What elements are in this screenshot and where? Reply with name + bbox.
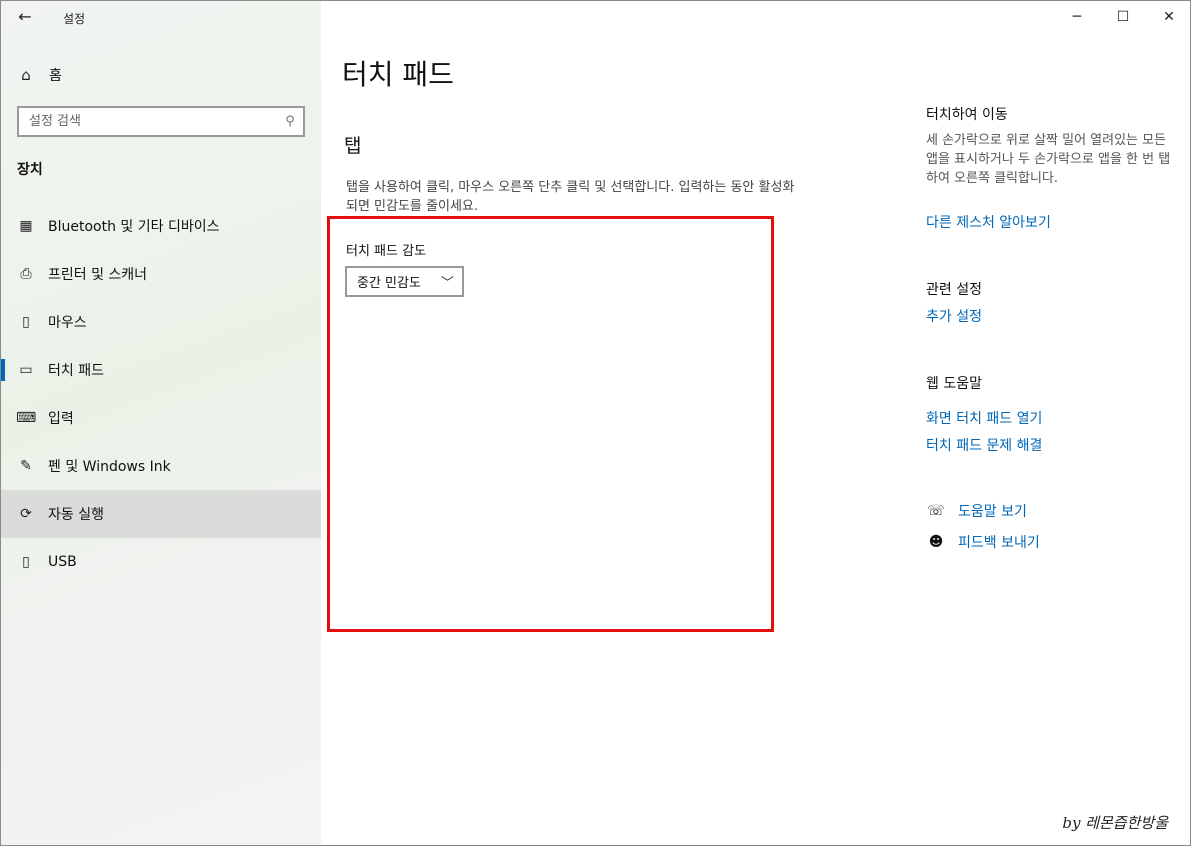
sidebar-item-pen[interactable]: ✎ 펜 및 Windows Ink [1, 442, 321, 490]
settings-window: ← 설정 ⌂ 홈 ⚲ 장치 ▦ Bluetooth 및 기타 디바이스 ⎙ 프린… [0, 0, 1191, 846]
tap-description: 탭을 사용하여 클릭, 마우스 오른쪽 단추 클릭 및 선택합니다. 입력하는 … [346, 180, 795, 214]
bluetooth-devices-icon: ▦ [19, 218, 33, 234]
mouse-icon: ▯ [22, 314, 30, 330]
printer-icon: ⎙ [20, 266, 32, 282]
sidebar-item-label: 펜 및 Windows Ink [48, 459, 171, 475]
maximize-icon[interactable]: ☐ [1100, 1, 1146, 33]
selected-indicator [1, 359, 5, 381]
web-help-heading: 웹 도움말 [926, 376, 982, 392]
sidebar-item-label: USB [48, 554, 77, 570]
get-help-link[interactable]: ☏ 도움말 보기 [926, 501, 1027, 521]
search-icon[interactable]: ⚲ [277, 114, 303, 129]
keyboard-icon: ⌨ [16, 410, 37, 426]
related-settings-heading: 관련 설정 [926, 282, 982, 298]
sidebar-item-label: 프린터 및 스캐너 [48, 267, 148, 283]
touchpad-troubleshoot-link[interactable]: 터치 패드 문제 해결 [926, 435, 1042, 455]
sidebar-item-typing[interactable]: ⌨ 입력 [1, 394, 321, 442]
home-label: 홈 [49, 68, 62, 84]
chevron-down-icon: ﹀ [440, 276, 454, 291]
sidebar-item-usb[interactable]: ▯ USB [1, 538, 321, 586]
pen-icon: ✎ [20, 458, 32, 474]
app-title: 설정 [63, 12, 86, 26]
sidebar-nav: ▦ Bluetooth 및 기타 디바이스 ⎙ 프린터 및 스캐너 ▯ 마우스 … [1, 202, 321, 586]
minimize-icon[interactable]: ─ [1054, 1, 1100, 33]
additional-settings-link[interactable]: 추가 설정 [926, 306, 982, 326]
section-title: 탭 [344, 135, 362, 157]
sidebar: ← 설정 ⌂ 홈 ⚲ 장치 ▦ Bluetooth 및 기타 디바이스 ⎙ 프린… [1, 1, 321, 845]
sidebar-item-autoplay[interactable]: ⟳ 자동 실행 [1, 490, 321, 538]
sidebar-item-label: 입력 [48, 411, 74, 427]
main-content: ─ ☐ ✕ 터치 패드 탭 탭을 사용하여 클릭, 마우스 오른쪽 단추 클릭 … [321, 1, 1190, 845]
sidebar-section-title: 장치 [17, 162, 43, 178]
window-controls: ─ ☐ ✕ [1054, 1, 1190, 33]
home-nav-item[interactable]: ⌂ 홈 [1, 59, 321, 91]
home-icon: ⌂ [21, 66, 31, 84]
sidebar-item-label: Bluetooth 및 기타 디바이스 [48, 219, 220, 235]
sidebar-item-mouse[interactable]: ▯ 마우스 [1, 298, 321, 346]
sidebar-item-bluetooth[interactable]: ▦ Bluetooth 및 기타 디바이스 [1, 202, 321, 250]
page-title: 터치 패드 [342, 58, 454, 91]
sidebar-item-label: 마우스 [48, 315, 87, 331]
open-screen-touchpad-link[interactable]: 화면 터치 패드 열기 [926, 408, 1042, 428]
autoplay-icon: ⟳ [20, 506, 32, 522]
touchpad-icon: ▭ [19, 362, 33, 378]
help-chat-icon: ☏ [927, 503, 945, 519]
search-input[interactable] [19, 108, 277, 135]
send-feedback-link[interactable]: ☻ 피드백 보내기 [926, 532, 1040, 552]
watermark-signature: by 레몬즙한방울 [1062, 814, 1168, 832]
more-gestures-link[interactable]: 다른 제스처 알아보기 [926, 212, 1051, 232]
usb-icon: ▯ [22, 554, 30, 570]
sidebar-item-label: 자동 실행 [48, 507, 104, 523]
back-arrow-icon[interactable]: ← [13, 6, 37, 28]
sidebar-item-label: 터치 패드 [48, 363, 104, 379]
swipe-text: 세 손가락으로 위로 살짝 밀어 열려있는 모든 앱을 표시하거나 두 손가락으… [926, 133, 1171, 186]
sidebar-item-touchpad[interactable]: ▭ 터치 패드 [1, 346, 321, 394]
sensitivity-dropdown[interactable]: 중간 민감도 ﹀ [345, 266, 464, 297]
get-help-label: 도움말 보기 [958, 504, 1027, 520]
sensitivity-label: 터치 패드 감도 [346, 244, 427, 259]
close-icon[interactable]: ✕ [1146, 1, 1190, 33]
sensitivity-value: 중간 민감도 [357, 276, 421, 291]
feedback-person-icon: ☻ [928, 534, 944, 550]
send-feedback-label: 피드백 보내기 [958, 535, 1040, 551]
sidebar-item-printers[interactable]: ⎙ 프린터 및 스캐너 [1, 250, 321, 298]
swipe-heading: 터치하여 이동 [926, 107, 1008, 123]
settings-search-box: ⚲ [17, 106, 305, 137]
